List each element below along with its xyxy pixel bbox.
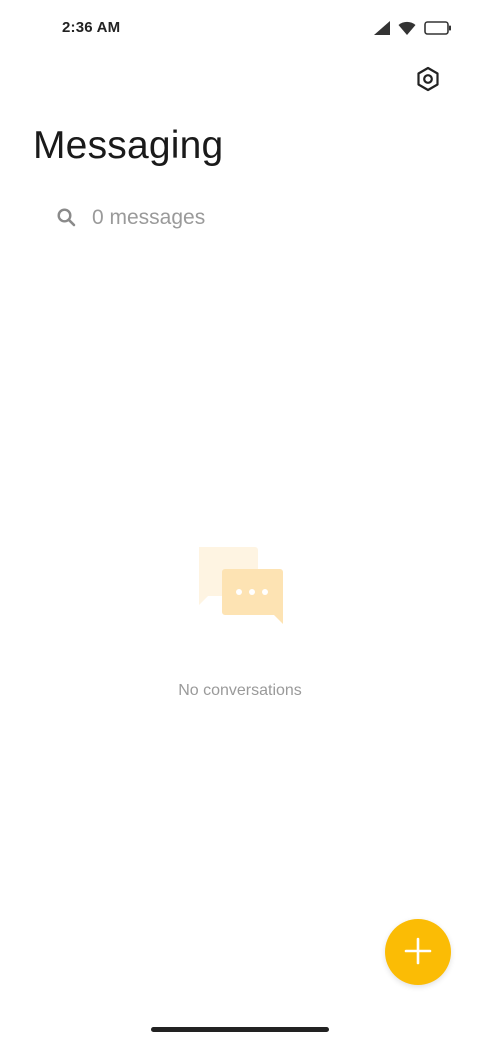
cellular-signal-icon [374,21,390,35]
wifi-icon [398,21,416,35]
status-time: 2:36 AM [62,19,121,36]
plus-icon [403,936,433,969]
battery-icon [424,21,452,35]
search-bar[interactable] [40,196,440,240]
empty-state-text: No conversations [178,682,302,699]
chat-bubbles-icon [194,545,286,627]
settings-hexagon-icon [415,66,441,97]
new-conversation-button[interactable] [385,919,451,985]
settings-button[interactable] [410,63,446,99]
page-title: Messaging [33,124,224,167]
status-icons [374,18,452,38]
search-input[interactable] [92,202,412,234]
home-indicator[interactable] [151,1027,329,1032]
messaging-screen: 2:36 AM Messaging 0 messages No conversa… [0,0,480,1040]
search-icon [56,207,78,229]
